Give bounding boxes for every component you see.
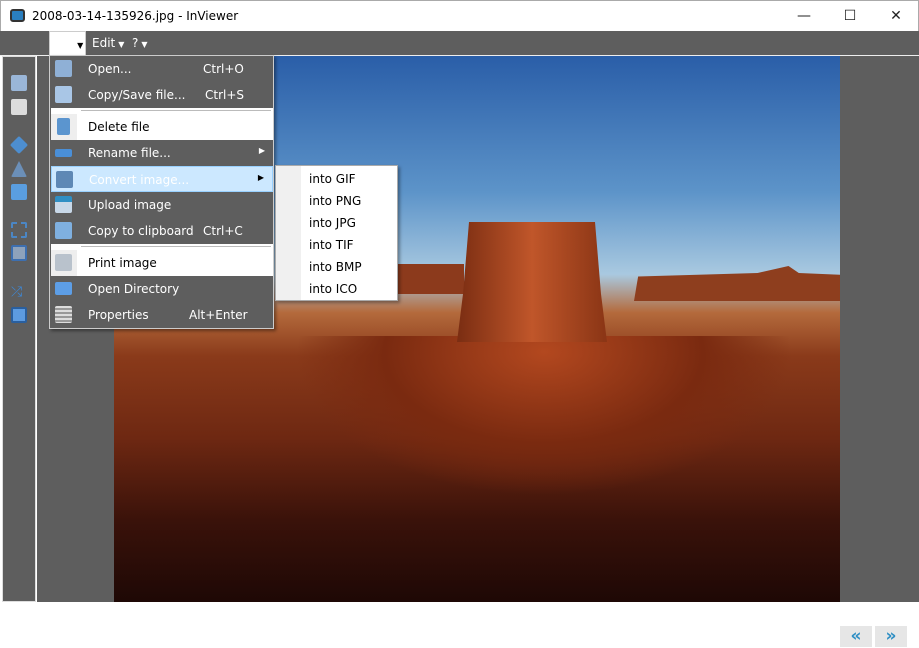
menu-help-label: ? <box>132 36 139 50</box>
menu-item-label: Print image <box>88 256 157 270</box>
file-menu-dropdown: Open... Ctrl+O Copy/Save file... Ctrl+S De… <box>49 55 274 329</box>
resize-icon[interactable] <box>11 184 27 200</box>
upload-icon <box>55 196 72 213</box>
shuffle-icon[interactable]: ⤮ <box>11 284 27 300</box>
save-icon <box>55 86 72 103</box>
minimize-button[interactable]: — <box>781 1 827 31</box>
menu-item-open-directory[interactable]: Open Directory <box>51 276 273 302</box>
previous-image-button[interactable]: « <box>839 625 873 648</box>
open-icon <box>55 60 72 77</box>
folder-icon <box>55 282 72 295</box>
menu-item-label: Delete file <box>88 120 150 134</box>
menu-item-shortcut: Ctrl+S <box>205 88 245 102</box>
menu-item-delete[interactable]: Delete file <box>51 114 273 140</box>
close-button[interactable]: ✕ <box>873 1 919 31</box>
chevron-down-icon: ▼ <box>118 40 125 49</box>
rotate-icon[interactable] <box>9 135 29 155</box>
convert-bmp[interactable]: into BMP <box>309 260 362 274</box>
menu-item-label: Open... <box>88 62 132 76</box>
print-icon[interactable] <box>11 99 27 115</box>
menu-item-label: Open Directory <box>88 282 180 296</box>
chevron-down-icon: ▼ <box>77 41 84 50</box>
convert-gif[interactable]: into GIF <box>309 172 356 186</box>
butte-slope <box>294 336 794 496</box>
submenu-arrow-icon: ▶ <box>258 146 265 155</box>
menu-item-shortcut: Ctrl+C <box>203 224 243 238</box>
submenu-arrow-icon: ▶ <box>257 173 264 182</box>
side-toolbar: ⤮ <box>2 56 36 602</box>
submenu-gutter <box>276 166 301 300</box>
menu-item-label: Convert image... <box>89 173 190 187</box>
menu-edit[interactable]: Edit ▼ <box>88 31 128 56</box>
next-image-button[interactable]: » <box>874 625 908 648</box>
app-icon <box>10 9 25 22</box>
menu-item-convert[interactable]: Convert image... ▶ <box>51 166 273 192</box>
menu-item-open[interactable]: Open... Ctrl+O <box>51 56 273 82</box>
convert-tif[interactable]: into TIF <box>309 238 354 252</box>
menu-bar: File ▼ Edit ▼ ? ▼ <box>0 31 919 56</box>
menu-file-label: File <box>54 37 75 51</box>
menu-item-label: Upload image <box>88 198 172 212</box>
butte <box>457 222 607 342</box>
trash-icon <box>57 118 70 135</box>
menu-help[interactable]: ? ▼ <box>128 31 152 56</box>
rename-icon <box>55 149 72 157</box>
menu-item-rename[interactable]: Rename file... ▶ <box>51 140 273 166</box>
printer-icon <box>55 254 72 271</box>
menu-item-shortcut: Alt+Enter <box>189 308 248 322</box>
fullscreen-icon[interactable] <box>11 222 27 238</box>
menu-item-upload[interactable]: Upload image <box>51 192 273 218</box>
menu-item-copy-save[interactable]: Copy/Save file... Ctrl+S <box>51 82 273 108</box>
menu-item-label: Copy/Save file... <box>88 88 186 102</box>
convert-submenu: into GIF into PNG into JPG into TIF into… <box>275 165 398 301</box>
menu-item-label: Rename file... <box>88 146 171 160</box>
menu-item-shortcut: Ctrl+O <box>203 62 244 76</box>
convert-ico[interactable]: into ICO <box>309 282 357 296</box>
menu-item-print[interactable]: Print image <box>51 250 273 276</box>
window-title: 2008-03-14-135926.jpg - InViewer <box>32 9 239 23</box>
properties-icon <box>55 306 72 323</box>
clipboard-icon <box>55 222 72 239</box>
menu-item-copy-clipboard[interactable]: Copy to clipboard Ctrl+C <box>51 218 273 244</box>
menu-item-properties[interactable]: Properties Alt+Enter <box>51 302 273 328</box>
menu-file[interactable]: File ▼ <box>49 31 86 56</box>
slideshow-icon[interactable] <box>11 307 27 323</box>
title-bar: 2008-03-14-135926.jpg - InViewer — ☐ ✕ <box>0 0 919 31</box>
menu-item-label: Properties <box>88 308 149 322</box>
chevron-down-icon: ▼ <box>141 40 148 49</box>
convert-jpg[interactable]: into JPG <box>309 216 356 230</box>
menu-edit-label: Edit <box>92 36 116 50</box>
copy-icon[interactable] <box>11 75 27 91</box>
background-mesa <box>634 266 840 301</box>
convert-png[interactable]: into PNG <box>309 194 361 208</box>
fit-icon[interactable] <box>11 245 27 261</box>
menu-item-label: Copy to clipboard <box>88 224 194 238</box>
convert-icon <box>56 171 73 188</box>
flip-icon[interactable] <box>11 161 27 177</box>
maximize-button[interactable]: ☐ <box>827 1 873 31</box>
